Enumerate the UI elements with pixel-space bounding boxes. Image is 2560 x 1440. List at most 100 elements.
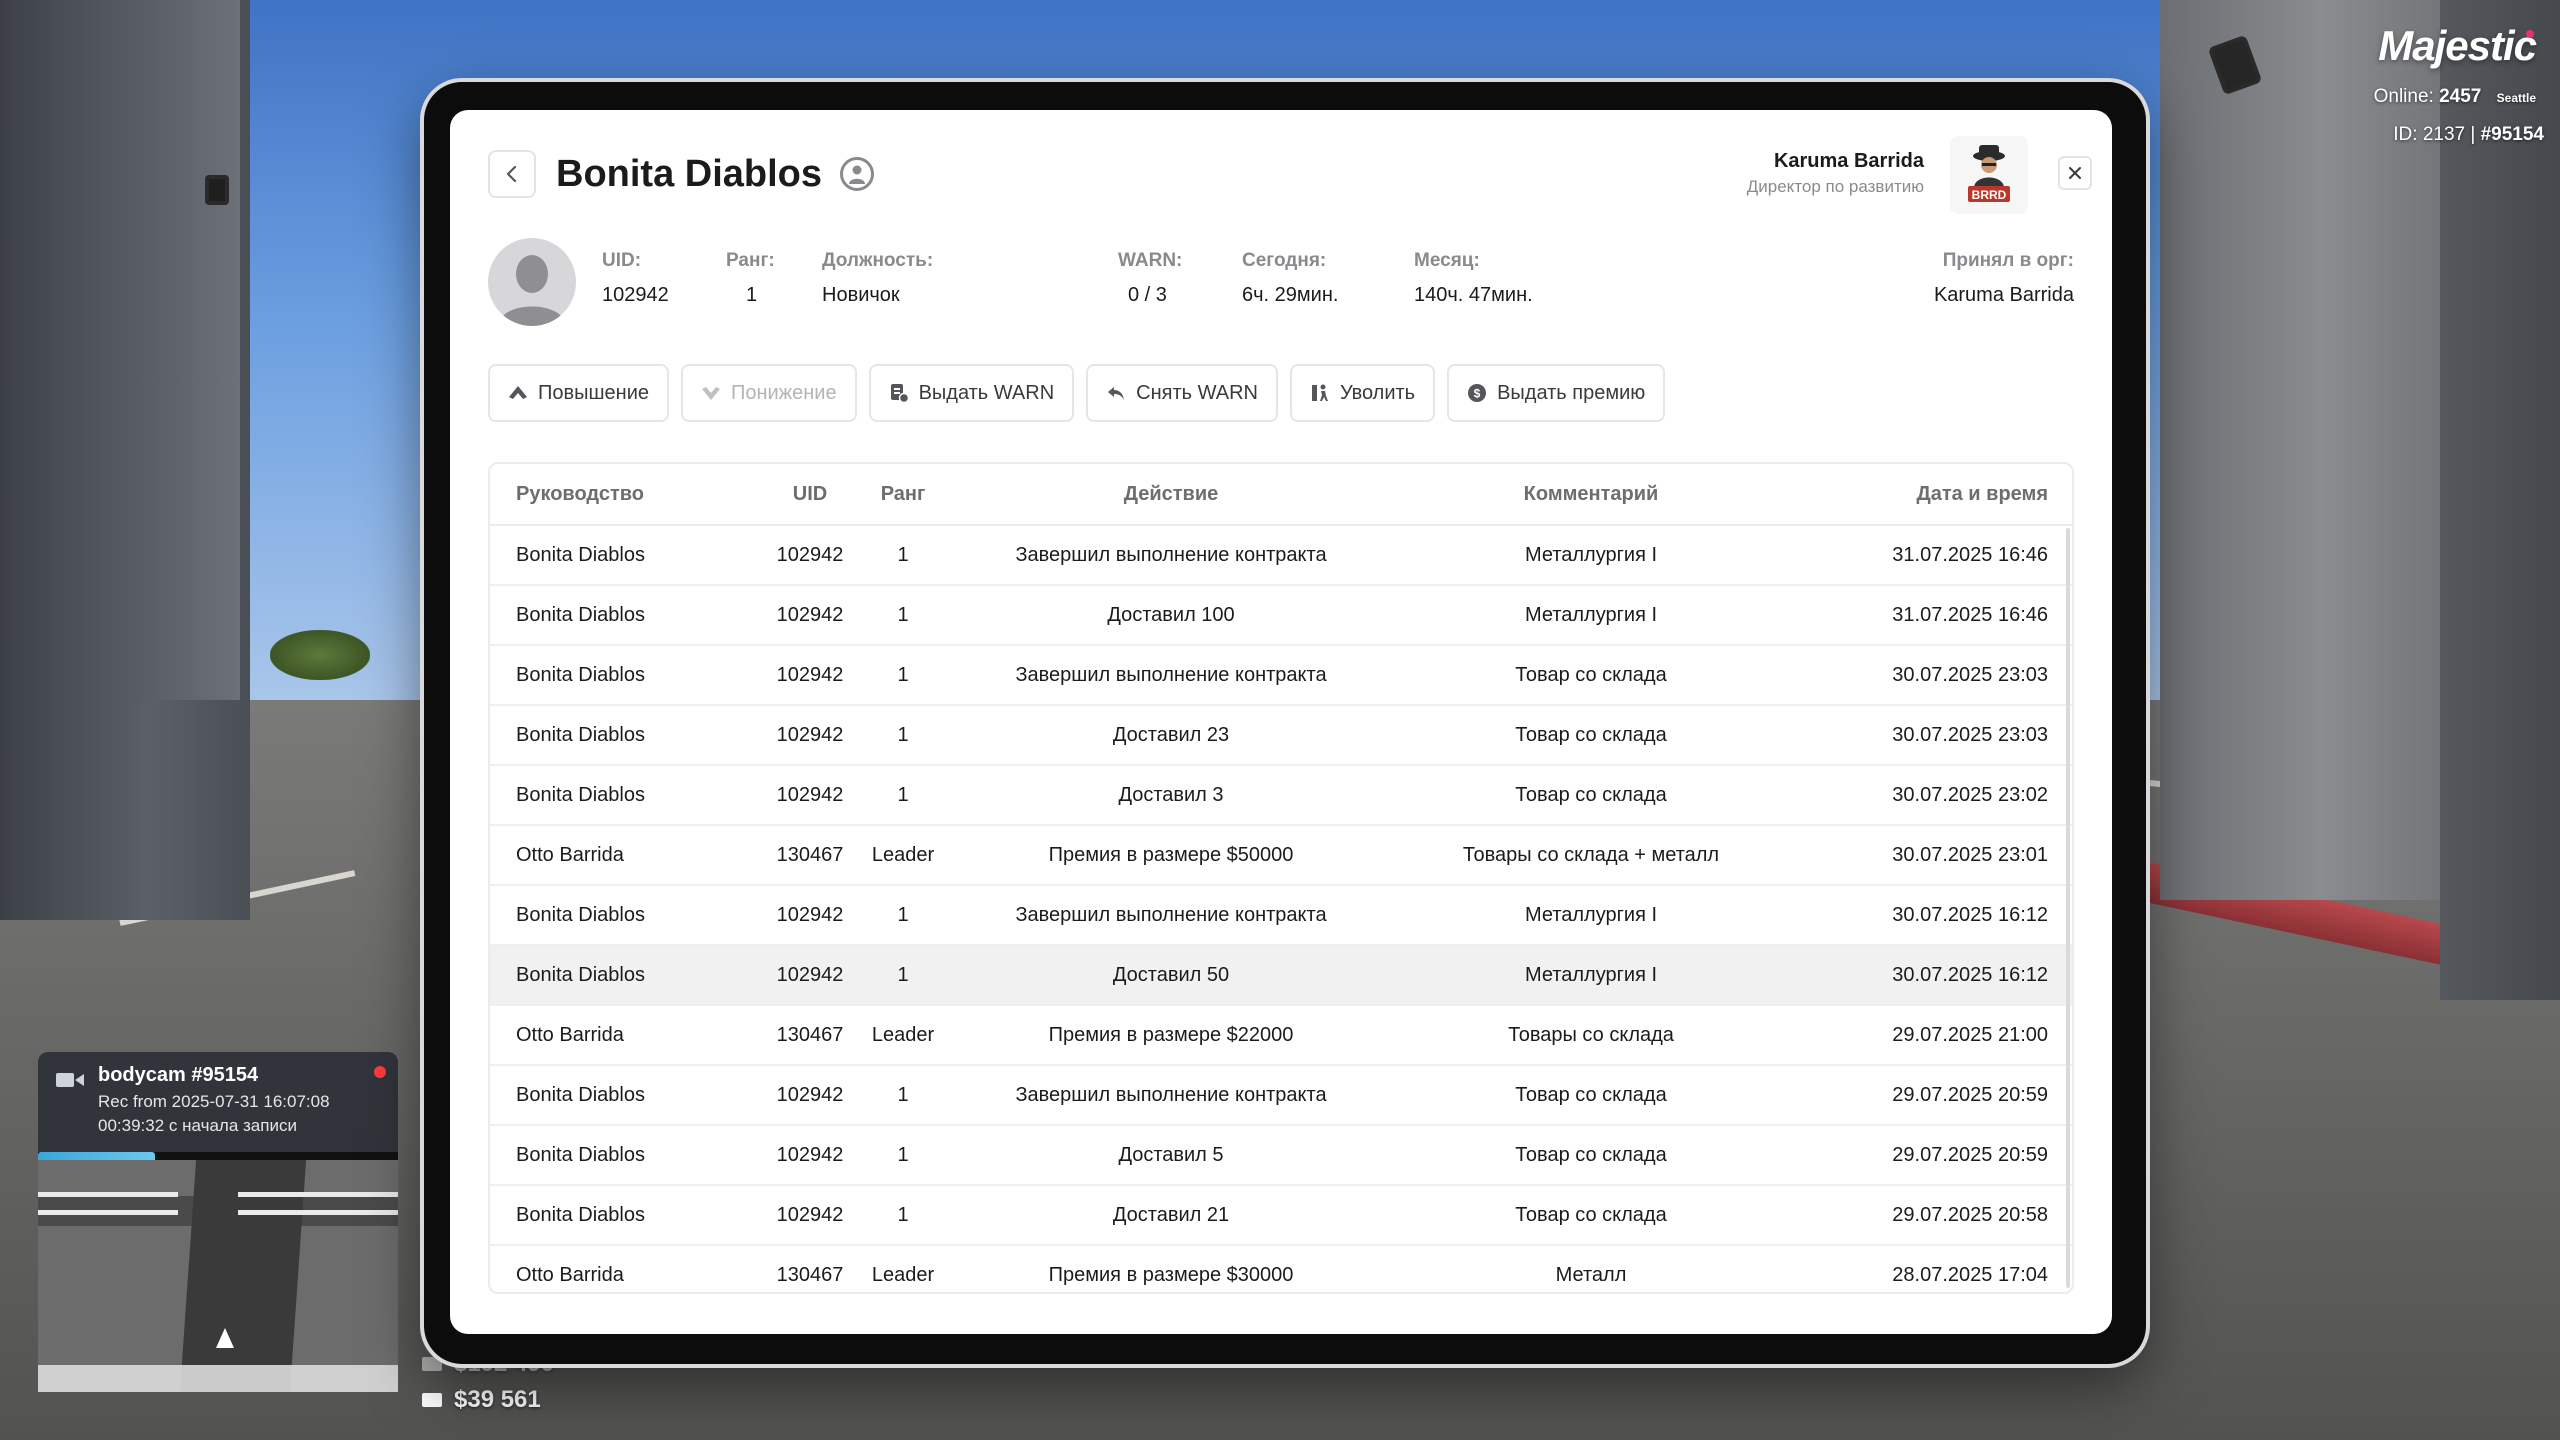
rank-value: 1 [746, 284, 758, 306]
cell-leader: Otto Barrida [516, 1023, 624, 1046]
table-row[interactable]: Bonita Diablos 102942 1 Доставил 23 Товар со… [490, 706, 2072, 766]
accepted-by-label: Принял в орг: [1942, 250, 2074, 271]
cell-leader: Bonita Diablos [516, 1203, 645, 1226]
uid-value: 102942 [602, 284, 669, 306]
current-user-role: Директор по развитию [1746, 177, 1924, 196]
minimap-crosswalk [238, 1192, 398, 1197]
street-lamp [205, 175, 229, 205]
cell-uid: 102942 [776, 1203, 844, 1226]
cell-leader: Otto Barrida [516, 843, 624, 866]
table-row[interactable]: Bonita Diablos 102942 1 Доставил 50 Металлур… [490, 946, 2072, 1006]
table-scrollbar[interactable] [2066, 528, 2070, 1288]
online-counter: Online: 2457 Seattle [2374, 86, 2536, 108]
member-avatar [488, 238, 576, 326]
svg-text:$: $ [1474, 387, 1481, 401]
tree [270, 630, 370, 680]
cell-leader: Otto Barrida [516, 1263, 624, 1286]
cell-uid: 130467 [776, 1023, 844, 1046]
minimap-crosswalk [38, 1192, 178, 1197]
cell-comment: Металлургия I [1524, 903, 1658, 926]
table-row[interactable]: Bonita Diablos 102942 1 Доставил 100 Металлу… [490, 586, 2072, 646]
user-profile-icon[interactable] [840, 157, 874, 191]
table-row[interactable]: Bonita Diablos 102942 1 Завершил выполнение… [490, 1066, 2072, 1126]
document-warning-icon [890, 384, 909, 403]
cell-comment: Металлургия I [1524, 603, 1658, 626]
server-logo: Majestic [2378, 22, 2537, 69]
tablet-frame: Bonita Diablos Karuma Barrida Директор п… [424, 82, 2146, 1364]
member-name-title: Bonita Diablos [556, 153, 823, 195]
cell-comment: Товар со склада [1515, 1203, 1667, 1226]
cell-datetime: 29.07.2025 20:59 [1892, 1083, 2048, 1106]
cell-rank: 1 [897, 663, 909, 686]
table-row[interactable]: Bonita Diablos 102942 1 Доставил 3 Товар со … [490, 766, 2072, 826]
cell-uid: 102942 [776, 603, 844, 626]
cell-action: Премия в размере $22000 [1048, 1023, 1294, 1046]
cell-rank: Leader [871, 843, 935, 866]
column-header-datetime: Дата и время [1916, 482, 2048, 505]
cell-datetime: 28.07.2025 17:04 [1892, 1263, 2048, 1286]
table-row[interactable]: Bonita Diablos 102942 1 Завершил выполнение… [490, 646, 2072, 706]
promote-label: Повышение [538, 381, 650, 404]
rank-label: Ранг: [726, 250, 775, 271]
cell-uid: 130467 [776, 843, 844, 866]
bodycam-elapsed: 00:39:32 с начала записи [98, 1116, 297, 1135]
minimap-crosswalk [38, 1210, 178, 1215]
table-row[interactable]: Bonita Diablos 102942 1 Доставил 5 Товар со … [490, 1126, 2072, 1186]
cell-action: Доставил 23 [1112, 723, 1230, 746]
bodycam-rec: Rec from 2025-07-31 16:07:08 [98, 1092, 330, 1111]
cell-leader: Bonita Diablos [516, 963, 645, 986]
current-user-name: Karuma Barrida [1773, 150, 1924, 172]
table-body: Bonita Diablos 102942 1 Завершил выполнение… [490, 526, 2072, 1292]
minimap-edge [38, 1365, 398, 1392]
warn-value: 0 / 3 [1128, 284, 1167, 306]
promote-button[interactable]: Повышение [488, 364, 670, 422]
cell-action: Завершил выполнение контракта [1015, 543, 1327, 566]
table-row[interactable]: Bonita Diablos 102942 1 Завершил выполнение… [490, 526, 2072, 586]
table-row[interactable]: Otto Barrida 130467 Leader Премия в размере… [490, 1246, 2072, 1292]
cell-datetime: 30.07.2025 23:03 [1892, 723, 2048, 746]
month-value: 140ч. 47мин. [1414, 284, 1533, 306]
cell-comment: Товар со склада [1515, 1083, 1667, 1106]
cell-leader: Bonita Diablos [516, 543, 645, 566]
cell-action: Премия в размере $30000 [1048, 1263, 1294, 1286]
give-bonus-button[interactable]: $ Выдать премию [1447, 364, 1666, 422]
cell-datetime: 31.07.2025 16:46 [1892, 543, 2048, 566]
cell-rank: 1 [897, 783, 909, 806]
close-button[interactable] [2058, 156, 2092, 190]
cell-uid: 102942 [776, 543, 844, 566]
back-button[interactable] [488, 150, 536, 198]
table-row[interactable]: Otto Barrida 130467 Leader Премия в размере… [490, 1006, 2072, 1066]
cell-datetime: 30.07.2025 23:02 [1892, 783, 2048, 806]
bodycam-panel: bodycam #95154 Rec from 2025-07-31 16:07… [38, 1052, 398, 1164]
month-label: Месяц: [1414, 250, 1480, 271]
cell-leader: Bonita Diablos [516, 603, 645, 626]
demote-button[interactable]: Понижение [681, 364, 857, 422]
chevron-up-icon [509, 386, 527, 399]
video-camera-icon [56, 1073, 84, 1087]
cell-rank: 1 [897, 1083, 909, 1106]
give-warn-label: Выдать WARN [918, 381, 1055, 404]
wallet-icon [422, 1393, 442, 1407]
column-header-leader: Руководство [516, 482, 645, 505]
cell-leader: Bonita Diablos [516, 1143, 645, 1166]
bodycam-title: bodycam #95154 [98, 1064, 259, 1086]
cell-action: Доставил 100 [1107, 603, 1235, 626]
remove-warn-button[interactable]: Снять WARN [1086, 364, 1278, 422]
give-warn-button[interactable]: Выдать WARN [868, 364, 1075, 422]
table-row[interactable]: Otto Barrida 130467 Leader Премия в размере… [490, 826, 2072, 886]
cell-action: Доставил 21 [1112, 1203, 1230, 1226]
cell-action: Премия в размере $50000 [1048, 843, 1294, 866]
server-name: Seattle [2496, 91, 2536, 105]
column-header-rank: Ранг [880, 482, 926, 505]
fire-button[interactable]: Уволить [1289, 364, 1436, 422]
table-row[interactable]: Bonita Diablos 102942 1 Доставил 21 Товар со… [490, 1186, 2072, 1246]
cash-balance: $39 561 [422, 1386, 541, 1414]
cell-leader: Bonita Diablos [516, 663, 645, 686]
cell-datetime: 30.07.2025 23:03 [1892, 663, 2048, 686]
table-header: Руководство UID Ранг Действие Комментари… [490, 464, 2072, 526]
cell-datetime: 30.07.2025 16:12 [1892, 903, 2048, 926]
cell-datetime: 29.07.2025 21:00 [1892, 1023, 2048, 1046]
coin-dollar-icon: $ [1468, 384, 1487, 402]
cash-amount: $39 561 [454, 1386, 541, 1413]
table-row[interactable]: Bonita Diablos 102942 1 Завершил выполнение… [490, 886, 2072, 946]
